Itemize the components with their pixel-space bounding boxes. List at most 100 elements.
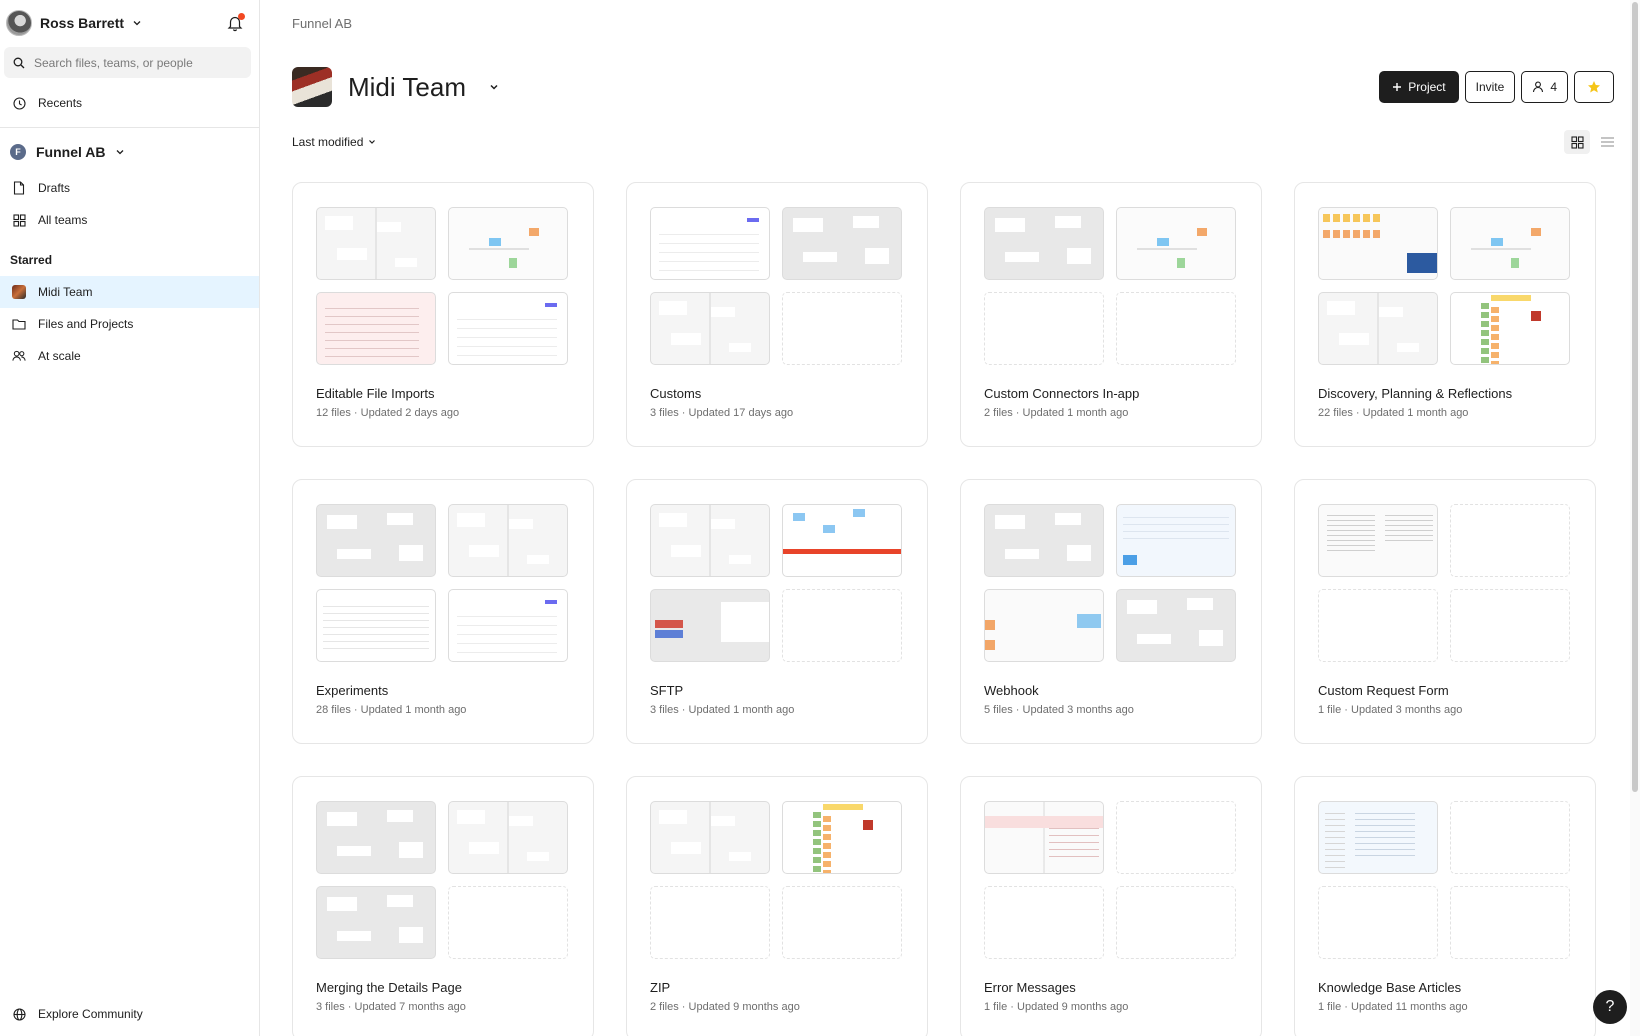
members-button[interactable]: 4	[1521, 71, 1568, 103]
project-meta: 1 file · Updated 3 months ago	[1318, 704, 1463, 716]
file-thumbnail	[1116, 207, 1236, 280]
project-thumbnails	[1318, 801, 1570, 959]
empty-thumbnail-slot	[650, 886, 770, 959]
project-card[interactable]: Webhook 5 files · Updated 3 months ago	[960, 479, 1262, 744]
star-icon	[1588, 81, 1600, 93]
file-thumbnail	[316, 589, 436, 662]
file-thumbnail	[316, 207, 436, 280]
invite-button[interactable]: Invite	[1464, 71, 1516, 103]
project-meta: 2 files · Updated 1 month ago	[984, 407, 1129, 419]
project-card[interactable]: Discovery, Planning & Reflections 22 file…	[1294, 182, 1596, 447]
help-button[interactable]: ?	[1593, 990, 1627, 1024]
project-title: Custom Connectors In-app	[984, 386, 1140, 401]
file-thumbnail	[984, 504, 1104, 577]
project-thumbnails	[1318, 207, 1570, 365]
file-thumbnail	[984, 207, 1104, 280]
list-view-button[interactable]	[1594, 130, 1620, 154]
project-thumbnails	[984, 504, 1236, 662]
sidebar-item-files-and-projects[interactable]: Files and Projects	[0, 308, 259, 340]
file-thumbnail	[1318, 801, 1438, 874]
new-project-button[interactable]: Project	[1379, 71, 1459, 103]
sidebar-item-explore-community[interactable]: Explore Community	[0, 998, 259, 1030]
project-thumbnails	[650, 207, 902, 365]
file-thumbnail	[316, 292, 436, 365]
project-meta: 2 files · Updated 9 months ago	[650, 1001, 800, 1013]
file-thumbnail	[650, 292, 770, 365]
file-thumbnail	[316, 886, 436, 959]
account-switcher[interactable]: Ross Barrett	[6, 10, 142, 36]
empty-thumbnail-slot	[1450, 589, 1570, 662]
file-thumbnail	[1116, 589, 1236, 662]
project-card[interactable]: Error Messages 1 file · Updated 9 months …	[960, 776, 1262, 1036]
plus-icon	[1393, 83, 1402, 91]
new-project-label: Project	[1408, 80, 1446, 94]
sidebar-item-drafts[interactable]: Drafts	[0, 172, 259, 204]
sidebar-divider	[0, 127, 259, 128]
project-card[interactable]: ZIP 2 files · Updated 9 months ago	[626, 776, 928, 1036]
sidebar-item-label: Recents	[38, 96, 83, 110]
search-input[interactable]	[34, 55, 234, 70]
team-menu-button[interactable]	[484, 77, 504, 97]
empty-thumbnail-slot	[984, 886, 1104, 959]
chevron-down-icon	[133, 21, 141, 26]
grid-view-button[interactable]	[1564, 130, 1590, 154]
grid-view-icon	[1570, 135, 1584, 149]
project-card[interactable]: Custom Connectors In-app 2 files · Update…	[960, 182, 1262, 447]
scrollbar[interactable]	[1630, 0, 1640, 1036]
notification-dot	[238, 13, 245, 20]
file-thumbnail	[1318, 207, 1438, 280]
sort-dropdown[interactable]: Last modified	[292, 135, 376, 149]
favorite-button[interactable]	[1574, 71, 1614, 103]
view-toggle	[1564, 130, 1620, 154]
sidebar-item-label: Midi Team	[38, 285, 93, 299]
empty-thumbnail-slot	[782, 886, 902, 959]
project-title: Merging the Details Page	[316, 980, 462, 995]
team-thumbnail	[12, 285, 26, 299]
org-switcher[interactable]: F Funnel AB	[10, 144, 125, 160]
chevron-down-icon	[490, 84, 498, 90]
sidebar-item-all-teams[interactable]: All teams	[0, 204, 259, 236]
file-thumbnail	[1318, 504, 1438, 577]
sidebar-item-label: All teams	[38, 213, 88, 227]
invite-label: Invite	[1475, 80, 1505, 94]
search-bar[interactable]	[4, 47, 251, 78]
file-thumbnail	[650, 207, 770, 280]
empty-thumbnail-slot	[1450, 801, 1570, 874]
project-card[interactable]: Customs 3 files · Updated 17 days ago	[626, 182, 928, 447]
project-title: Error Messages	[984, 980, 1076, 995]
empty-thumbnail-slot	[782, 589, 902, 662]
project-card[interactable]: SFTP 3 files · Updated 1 month ago	[626, 479, 928, 744]
file-thumbnail	[1116, 504, 1236, 577]
clock-icon	[12, 96, 26, 110]
project-meta: 1 file · Updated 9 months ago	[984, 1001, 1129, 1013]
empty-thumbnail-slot	[1116, 801, 1236, 874]
project-grid: Editable File Imports 12 files · Updated …	[292, 182, 1596, 1036]
chevron-down-icon	[369, 140, 376, 144]
empty-thumbnail-slot	[1450, 886, 1570, 959]
chevron-down-icon	[117, 150, 124, 155]
people-icon	[12, 349, 26, 363]
empty-thumbnail-slot	[1116, 292, 1236, 365]
project-meta: 1 file · Updated 11 months ago	[1318, 1001, 1468, 1013]
project-card[interactable]: Custom Request Form 1 file · Updated 3 mo…	[1294, 479, 1596, 744]
project-card[interactable]: Knowledge Base Articles 1 file · Updated …	[1294, 776, 1596, 1036]
main-content: Funnel AB Midi Team Project Invite 4 Las…	[260, 0, 1630, 1036]
project-card[interactable]: Merging the Details Page 3 files · Update…	[292, 776, 594, 1036]
sidebar-item-at-scale[interactable]: At scale	[0, 340, 259, 372]
scrollbar-thumb[interactable]	[1632, 2, 1638, 792]
file-icon	[12, 181, 26, 195]
sidebar-item-recents[interactable]: Recents	[0, 87, 259, 119]
file-thumbnail	[448, 801, 568, 874]
project-card[interactable]: Editable File Imports 12 files · Updated …	[292, 182, 594, 447]
file-thumbnail	[1450, 207, 1570, 280]
empty-thumbnail-slot	[1318, 589, 1438, 662]
sidebar-item-label: Drafts	[38, 181, 71, 195]
sidebar-item-midi-team[interactable]: Midi Team	[0, 276, 259, 308]
empty-thumbnail-slot	[984, 292, 1104, 365]
project-card[interactable]: Experiments 28 files · Updated 1 month ag…	[292, 479, 594, 744]
project-meta: 5 files · Updated 3 months ago	[984, 704, 1134, 716]
page-title: Midi Team	[348, 71, 467, 102]
breadcrumb[interactable]: Funnel AB	[292, 16, 352, 31]
file-thumbnail	[650, 589, 770, 662]
empty-thumbnail-slot	[448, 886, 568, 959]
